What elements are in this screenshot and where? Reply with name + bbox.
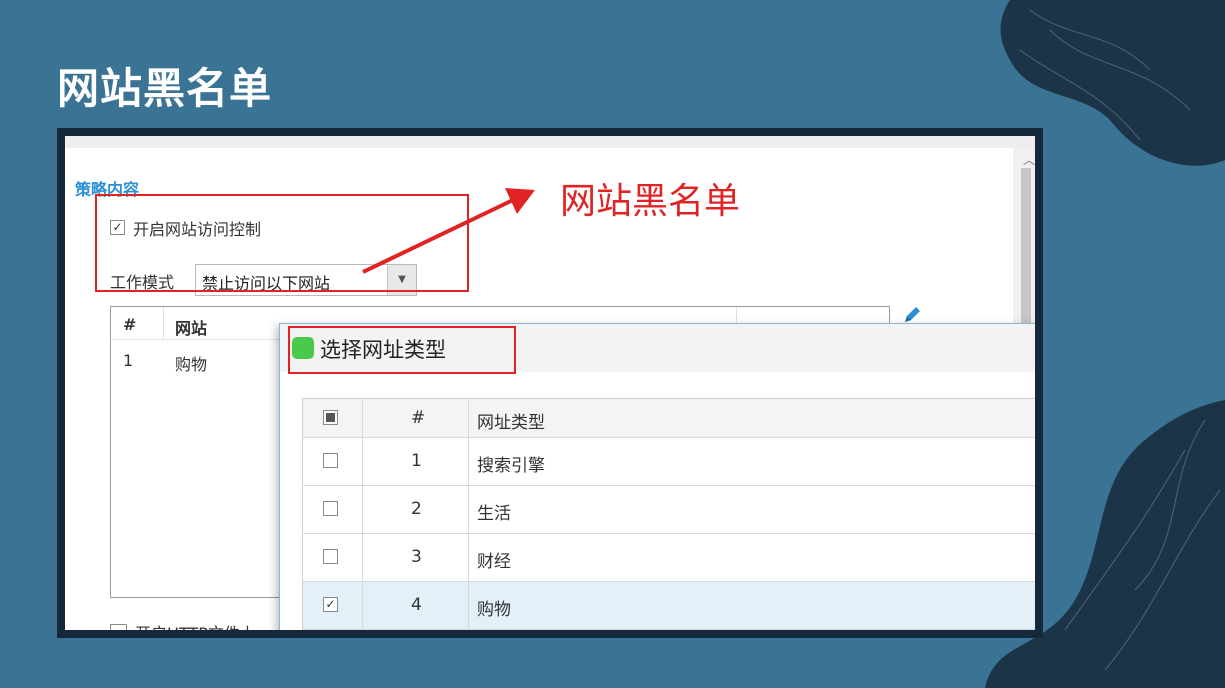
annotation-arrow-icon [362, 188, 535, 274]
scroll-up-icon[interactable]: ︿ [1023, 151, 1035, 168]
row-index: 4 [411, 595, 422, 615]
row-type: 生活 [477, 504, 511, 524]
header-type: 网址类型 [477, 413, 545, 433]
policy-window: ︿ 策略内容 ✓ 开启网站访问控制 工作模式 禁止访问以下网站 ▼ 网站黑名单 … [65, 136, 1035, 630]
list-row-index: 1 [123, 351, 134, 370]
list-column-divider [163, 307, 164, 339]
highlight-box-dialog-title [288, 326, 516, 374]
slide-title: 网站黑名单 [57, 64, 273, 113]
row-type: 财经 [477, 552, 511, 572]
screenshot-frame: ︿ 策略内容 ✓ 开启网站访问控制 工作模式 禁止访问以下网站 ▼ 网站黑名单 … [57, 128, 1043, 638]
scrollbar-thumb[interactable] [1021, 168, 1031, 338]
row-checkbox[interactable] [323, 549, 338, 564]
row-type: 搜索引擎 [477, 456, 545, 476]
table-row[interactable]: 1 搜索引擎 [302, 438, 1035, 486]
list-header-site: 网站 [175, 319, 208, 338]
row-checkbox[interactable] [323, 501, 338, 516]
http-upload-checkbox[interactable] [110, 624, 127, 630]
row-checkbox-checked[interactable]: ✓ [323, 597, 338, 612]
select-all-checkbox[interactable] [323, 410, 338, 425]
row-index: 2 [411, 499, 422, 519]
row-type: 购物 [477, 600, 511, 620]
row-checkbox[interactable] [323, 453, 338, 468]
url-type-table: # 网址类型 1 搜索引擎 2 生活 3 财经 ✓ 4 购物 [302, 398, 1035, 630]
row-index: 3 [411, 547, 422, 567]
annotation-label: 网站黑名单 [560, 181, 741, 222]
url-type-dialog: 选择网址类型 # 网址类型 1 搜索引擎 2 生活 3 财经 ✓ 4 购物 [279, 323, 1035, 630]
http-upload-label: 开启HTTP文件上 [135, 620, 256, 630]
header-index-cell: # [363, 399, 469, 437]
table-row[interactable]: 2 生活 [302, 486, 1035, 534]
header-checkbox-cell [303, 399, 363, 437]
header-type-cell: 网址类型 [469, 399, 1035, 437]
header-index: # [411, 408, 426, 428]
row-index: 1 [411, 451, 422, 471]
list-header-index: # [123, 315, 137, 334]
list-row-site: 购物 [175, 355, 208, 374]
table-row-selected[interactable]: ✓ 4 购物 [302, 582, 1035, 630]
table-header-row: # 网址类型 [302, 398, 1035, 438]
table-row[interactable]: 3 财经 [302, 534, 1035, 582]
